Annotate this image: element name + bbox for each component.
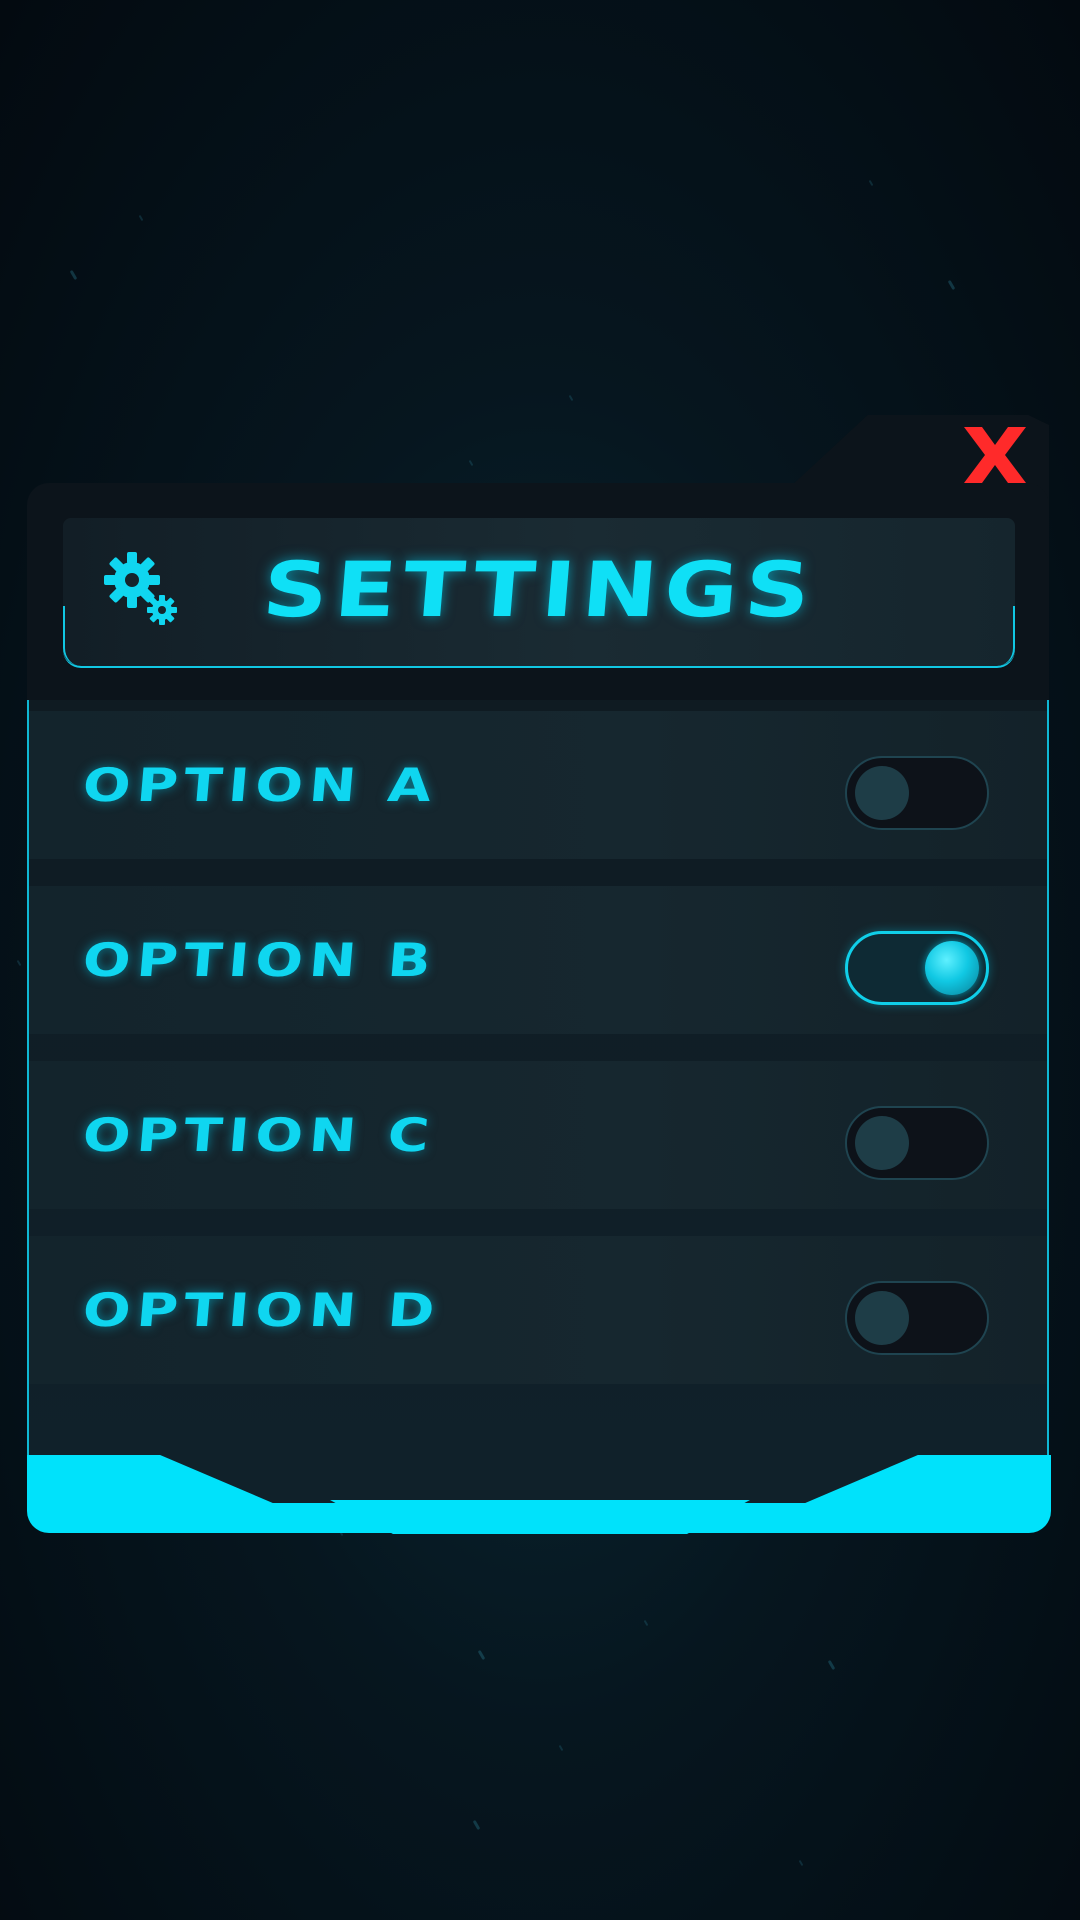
close-icon [964, 427, 1026, 483]
option-label: OPTION B [80, 933, 440, 987]
option-d-toggle[interactable] [845, 1281, 989, 1355]
option-row-b: OPTION B [29, 886, 1047, 1034]
background-speck [568, 394, 574, 402]
option-row-d: OPTION D [29, 1236, 1047, 1384]
background-speck [69, 269, 78, 281]
toggle-knob [855, 1291, 909, 1345]
option-label: OPTION D [80, 1283, 443, 1337]
background-speck [827, 1659, 836, 1671]
gear-icon [104, 552, 177, 625]
option-row-a: OPTION A [29, 711, 1047, 859]
toggle-knob [855, 766, 909, 820]
option-c-toggle[interactable] [845, 1106, 989, 1180]
background-speck [947, 279, 956, 291]
toggle-knob [925, 941, 979, 995]
page-title: SETTINGS [259, 545, 821, 634]
toggle-knob [855, 1116, 909, 1170]
background-speck [868, 179, 874, 187]
close-button[interactable] [960, 425, 1030, 485]
background-speck [472, 1819, 481, 1831]
background-speck [798, 1859, 804, 1867]
background-speck [558, 1744, 564, 1752]
background-speck [643, 1619, 649, 1627]
option-row-c: OPTION C [29, 1061, 1047, 1209]
option-b-toggle[interactable] [845, 931, 989, 1005]
background-speck [138, 214, 144, 222]
option-label: OPTION C [80, 1108, 438, 1162]
option-label: OPTION A [80, 758, 440, 812]
panel-footer-drop [330, 1500, 750, 1534]
background-speck [468, 459, 474, 467]
background-speck [16, 959, 22, 967]
option-a-toggle[interactable] [845, 756, 989, 830]
background-speck [477, 1649, 486, 1661]
